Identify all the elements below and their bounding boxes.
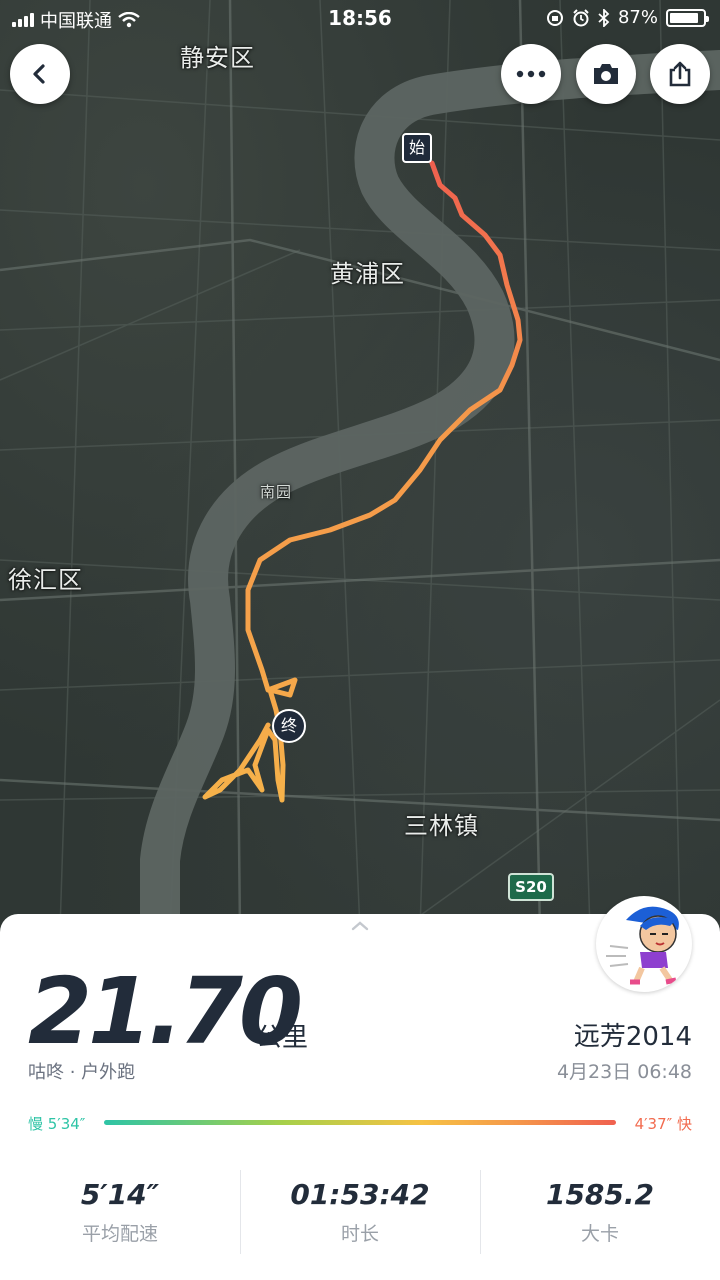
running-avatar-icon — [606, 906, 679, 985]
avatar[interactable] — [596, 896, 692, 992]
alarm-icon — [573, 8, 589, 26]
more-icon — [516, 70, 546, 78]
battery-icon — [666, 8, 709, 27]
share-button[interactable] — [650, 44, 710, 104]
road-badge-s20: S20 — [508, 873, 554, 901]
status-bar: 中国联通 18:56 87% — [0, 0, 720, 36]
distance-unit: 公里 — [256, 1023, 309, 1053]
route-map[interactable]: 静安区 黄浦区 徐汇区 南园 三林镇 始 终 S20 — [0, 0, 720, 930]
user-name[interactable]: 远芳2014 — [574, 1016, 692, 1053]
huangpu-river — [140, 50, 720, 930]
stat-duration: 01:53:42 时长 — [240, 1170, 480, 1260]
battery-level-fill — [670, 12, 698, 23]
stat-value: 01:53:42 — [290, 1178, 430, 1211]
chevron-up-icon[interactable] — [350, 920, 370, 932]
stat-label: 时长 — [340, 1223, 379, 1245]
stat-label: 平均配速 — [81, 1223, 158, 1245]
stat-value: 1585.2 — [545, 1178, 655, 1211]
stat-avg-pace: 5′14″ 平均配速 — [0, 1170, 240, 1260]
pace-fast-label: 4′37″ 快 — [634, 1115, 692, 1133]
pace-slow-label: 慢 5′34″ — [28, 1115, 86, 1133]
stats-row: 5′14″ 平均配速 01:53:42 时长 1585.2 大卡 — [0, 1170, 720, 1260]
back-button[interactable] — [10, 44, 70, 104]
more-button[interactable] — [501, 44, 561, 104]
orientation-lock-icon — [546, 9, 563, 26]
camera-button[interactable] — [576, 44, 636, 104]
end-marker: 终 — [272, 709, 306, 743]
pace-legend: 慢 5′34″ 4′37″ 快 — [28, 1113, 692, 1135]
stat-calories: 1585.2 大卡 — [480, 1170, 720, 1260]
map-label-nanyuan: 南园 — [260, 483, 293, 501]
pace-gradient-bar — [104, 1120, 616, 1125]
stat-value: 5′14″ — [80, 1178, 160, 1211]
battery-percent: 87% — [617, 7, 658, 28]
camera-icon — [594, 64, 618, 84]
map-label-xuhui: 徐汇区 — [8, 566, 83, 594]
sport-type: 咕咚 · 户外跑 — [28, 1062, 136, 1083]
map-label-sanlin: 三林镇 — [404, 812, 479, 840]
start-marker: 始 — [402, 133, 432, 163]
share-icon — [669, 61, 691, 87]
chevron-left-icon — [33, 64, 45, 84]
bluetooth-icon — [598, 8, 610, 27]
map-label-huangpu: 黄浦区 — [330, 260, 405, 288]
map-label-jingan: 静安区 — [180, 44, 255, 72]
map-canvas — [0, 0, 720, 930]
activity-datetime: 4月23日 06:48 — [556, 1061, 692, 1083]
stat-label: 大卡 — [580, 1223, 619, 1245]
